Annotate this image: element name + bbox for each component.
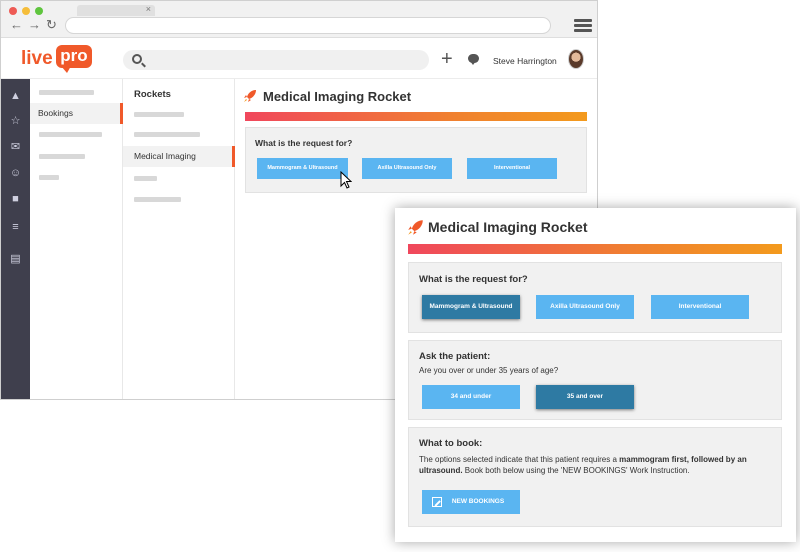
user-name[interactable]: Steve Harrington	[493, 56, 557, 66]
maximize-window-dot[interactable]	[35, 7, 43, 15]
mammogram-ultrasound-button[interactable]: Mammogram & Ultrasound	[257, 158, 348, 179]
interventional-button[interactable]: Interventional	[467, 158, 557, 179]
mouse-cursor-icon	[340, 171, 352, 189]
ask-patient-question: Are you over or under 35 years of age?	[419, 366, 559, 375]
mammogram-ultrasound-button[interactable]: Mammogram & Ultrasound	[422, 295, 520, 319]
browser-tab[interactable]: ×	[77, 4, 155, 16]
placeholder-item[interactable]	[39, 132, 102, 137]
booking-instructions: The options selected indicate that this …	[419, 454, 774, 476]
minimize-window-dot[interactable]	[22, 7, 30, 15]
placeholder-item[interactable]	[134, 197, 181, 202]
rocket-detail-card: Medical Imaging Rocket What is the reque…	[395, 208, 796, 542]
left-icon-nav: ▲ ☆ ✉ ☺ ■ ≡ ▤	[1, 79, 30, 399]
megaphone-icon[interactable]: ▲	[9, 90, 22, 102]
browser-chrome: × ← → ↻	[1, 1, 597, 38]
what-to-book-label: What to book:	[419, 438, 483, 449]
sections-column: Bookings	[30, 79, 123, 399]
sidebar-item-bookings[interactable]: Bookings	[30, 103, 123, 124]
stage: × ← → ↻ live pro + Steve Harrington ▲ ☆ …	[0, 0, 800, 552]
title-gradient-bar	[245, 112, 587, 121]
search-input[interactable]	[123, 50, 429, 70]
checklist-icon[interactable]: ≡	[9, 221, 22, 233]
request-question: What is the request for?	[419, 274, 528, 285]
column-title: Rockets	[134, 89, 171, 100]
card-title: Medical Imaging Rocket	[428, 219, 588, 235]
plus-icon[interactable]: +	[441, 49, 453, 69]
interventional-button[interactable]: Interventional	[651, 295, 749, 319]
placeholder-item[interactable]	[134, 176, 157, 181]
search-icon	[132, 54, 142, 64]
external-link-icon	[432, 497, 442, 507]
page-title: Medical Imaging Rocket	[263, 89, 412, 104]
axilla-ultrasound-button[interactable]: Axilla Ultrasound Only	[362, 158, 452, 179]
logo-pro-text: pro	[56, 45, 92, 68]
ask-patient-panel: Ask the patient: Are you over or under 3…	[408, 340, 782, 420]
reload-icon[interactable]: ↻	[46, 18, 57, 32]
close-window-dot[interactable]	[9, 7, 17, 15]
forward-icon[interactable]: →	[28, 18, 41, 32]
new-bookings-label: NEW BOOKINGS	[451, 498, 505, 505]
placeholder-item[interactable]	[134, 112, 184, 117]
hamburger-menu-icon[interactable]	[574, 19, 592, 32]
avatar[interactable]	[568, 49, 584, 69]
age-34-under-button[interactable]: 34 and under	[422, 385, 520, 409]
placeholder-item[interactable]	[39, 90, 94, 95]
document-icon[interactable]: ▤	[9, 253, 22, 265]
chat-bubbles-icon[interactable]: ✉	[9, 141, 22, 153]
star-icon[interactable]: ☆	[9, 115, 22, 127]
url-bar[interactable]	[65, 17, 551, 34]
new-bookings-button[interactable]: NEW BOOKINGS	[422, 490, 520, 514]
rocket-icon	[408, 220, 423, 235]
request-panel: What is the request for? Mammogram & Ult…	[408, 262, 782, 333]
axilla-ultrasound-button[interactable]: Axilla Ultrasound Only	[536, 295, 634, 319]
age-35-over-button[interactable]: 35 and over	[536, 385, 634, 409]
rocket-icon	[244, 90, 256, 102]
placeholder-item[interactable]	[134, 132, 200, 137]
booking-text-part2: Book both below using the 'NEW BOOKINGS'…	[462, 466, 690, 475]
request-question: What is the request for?	[255, 138, 353, 148]
sidebar-item-medical-imaging[interactable]: Medical Imaging	[123, 146, 235, 167]
tab-close-icon[interactable]: ×	[146, 4, 151, 14]
back-icon[interactable]: ←	[10, 18, 23, 32]
sidebar-item-label: Medical Imaging	[134, 151, 196, 161]
placeholder-item[interactable]	[39, 175, 59, 180]
logo-live-text: live	[21, 48, 53, 69]
rockets-column: Rockets Medical Imaging	[123, 79, 235, 399]
graduation-cap-icon[interactable]: ■	[9, 193, 22, 205]
placeholder-item[interactable]	[39, 154, 85, 159]
logo-bubble-tail	[61, 66, 71, 73]
ask-patient-label: Ask the patient:	[419, 351, 491, 362]
person-icon[interactable]: ☺	[9, 167, 22, 179]
chat-icon[interactable]	[468, 54, 479, 65]
card-gradient-bar	[408, 244, 782, 254]
request-panel: What is the request for? Mammogram & Ult…	[245, 127, 587, 193]
sidebar-item-label: Bookings	[38, 108, 73, 118]
booking-text-part1: The options selected indicate that this …	[419, 455, 620, 464]
what-to-book-panel: What to book: The options selected indic…	[408, 427, 782, 527]
